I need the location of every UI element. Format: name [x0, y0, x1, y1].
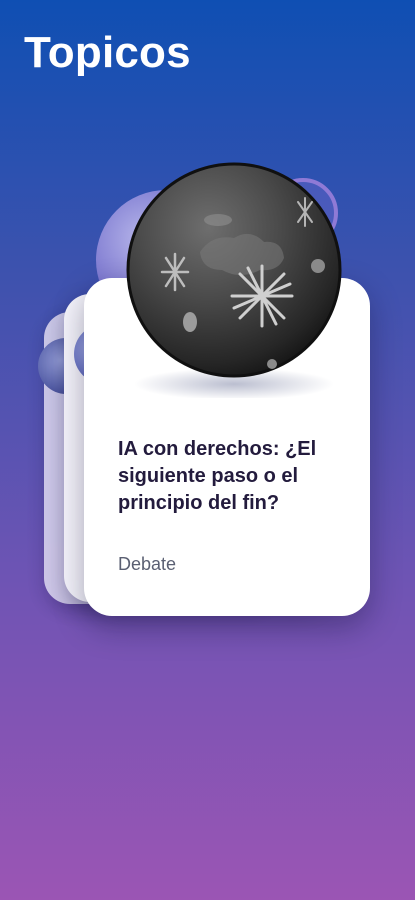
moon-planet-icon	[126, 162, 342, 398]
topic-category: Debate	[118, 554, 177, 574]
topic-card-stack[interactable]: IA con derechos: ¿El siguiente paso o el…	[0, 0, 415, 900]
topic-title: IA con derechos: ¿El siguiente paso o el…	[118, 438, 317, 514]
